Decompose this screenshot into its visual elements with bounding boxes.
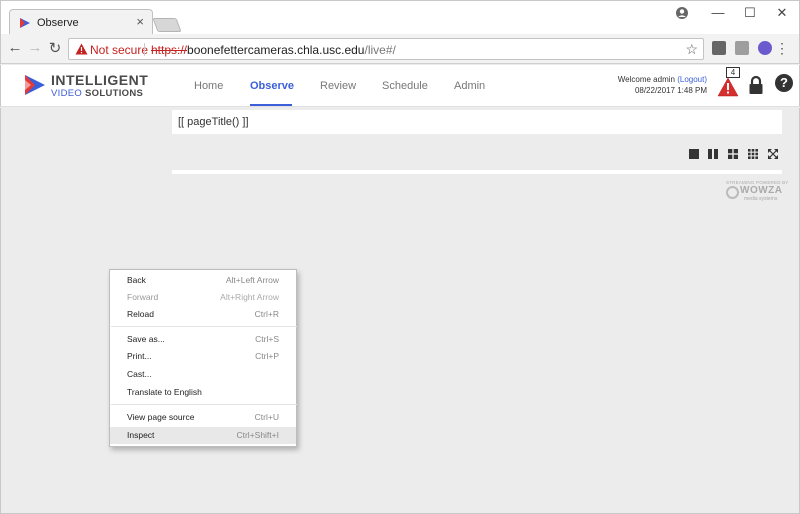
- alert-count-badge: 4: [726, 67, 740, 78]
- nav-observe[interactable]: Observe: [250, 80, 294, 92]
- ivs-logo-icon: [25, 75, 45, 95]
- omnibox-divider: [144, 43, 145, 56]
- context-menu-label: Forward: [127, 292, 159, 302]
- context-menu-label: Translate to English: [127, 387, 202, 397]
- context-menu-view-source[interactable]: View page source Ctrl+U: [110, 409, 296, 426]
- wowza-sub: media systems: [744, 196, 778, 202]
- context-menu-label: Inspect: [127, 430, 155, 440]
- wowza-branding: STREAMING POWERED BY WOWZA media systems: [724, 180, 788, 206]
- context-menu: Back Alt+Left Arrow Forward Alt+Right Ar…: [109, 269, 297, 447]
- current-datetime: 08/22/2017 1:48 PM: [634, 86, 707, 95]
- wowza-brand: WOWZA: [740, 185, 783, 196]
- context-menu-translate[interactable]: Translate to English: [110, 384, 296, 401]
- context-menu-shortcut: Alt+Left Arrow: [225, 275, 279, 285]
- extension-pocket-icon[interactable]: [712, 41, 726, 55]
- nav-active-indicator: [250, 104, 292, 106]
- tab-close-icon[interactable]: ×: [136, 14, 144, 29]
- context-menu-forward[interactable]: Forward Alt+Right Arrow: [110, 289, 296, 306]
- maximize-icon[interactable]: ☐: [740, 5, 760, 21]
- context-menu-label: View page source: [127, 412, 195, 422]
- ivs-logo[interactable]: INTELLIGENT VIDEO SOLUTIONS: [23, 71, 148, 101]
- context-menu-shortcut: Ctrl+Shift+I: [236, 430, 279, 440]
- close-window-icon[interactable]: ✕: [772, 5, 792, 21]
- logo-text-line2: VIDEO SOLUTIONS: [51, 88, 143, 99]
- context-menu-inspect[interactable]: Inspect Ctrl+Shift+I: [110, 427, 296, 444]
- reload-icon[interactable]: ↻: [46, 39, 64, 57]
- context-menu-reload[interactable]: Reload Ctrl+R: [110, 306, 296, 323]
- ivs-favicon-icon: [20, 18, 30, 28]
- context-menu-label: Print...: [127, 351, 152, 361]
- url-scheme: https://: [151, 43, 188, 57]
- address-bar[interactable]: Not secure https://boonefettercameras.ch…: [68, 38, 704, 60]
- welcome-text: Welcome admin: [617, 75, 675, 84]
- context-menu-shortcut: Alt+Right Arrow: [220, 292, 279, 302]
- context-menu-save-as[interactable]: Save as... Ctrl+S: [110, 331, 296, 348]
- nav-schedule[interactable]: Schedule: [382, 80, 428, 92]
- logo-text-line1: INTELLIGENT: [51, 72, 149, 88]
- welcome-block: Welcome admin (Logout) 08/22/2017 1:48 P…: [618, 74, 707, 96]
- nav-review[interactable]: Review: [320, 80, 356, 92]
- browser-menu-icon[interactable]: ⋮: [775, 40, 789, 57]
- layout-single-icon[interactable]: [689, 149, 699, 159]
- help-icon[interactable]: ?: [775, 74, 793, 92]
- nav-home[interactable]: Home: [194, 80, 223, 92]
- context-menu-back[interactable]: Back Alt+Left Arrow: [110, 272, 296, 289]
- nav-admin[interactable]: Admin: [454, 80, 485, 92]
- logo-text-solutions: SOLUTIONS: [85, 88, 144, 99]
- context-menu-shortcut: Ctrl+R: [254, 309, 279, 319]
- browser-tab-observe[interactable]: Observe ×: [9, 9, 153, 36]
- context-menu-shortcut: Ctrl+U: [254, 412, 279, 422]
- back-arrow-icon[interactable]: ←: [6, 39, 24, 56]
- context-menu-separator: [111, 326, 297, 327]
- layout-quad-icon[interactable]: [728, 149, 738, 159]
- layout-two-column-icon[interactable]: [708, 149, 718, 159]
- browser-toolbar: ← → ↻ Not secure https://boonefettercame…: [0, 34, 800, 64]
- url-text[interactable]: https://boonefettercameras.chla.usc.edu/…: [151, 43, 396, 57]
- layout-nine-grid-icon[interactable]: [748, 149, 758, 159]
- page-title: [[ pageTitle() ]]: [178, 116, 249, 128]
- context-menu-cast[interactable]: Cast...: [110, 366, 296, 383]
- wowza-logo-icon: [726, 186, 739, 199]
- browser-titlebar: Observe × — ☐ ✕: [0, 0, 800, 36]
- context-menu-label: Reload: [127, 309, 154, 319]
- logout-link[interactable]: (Logout): [677, 75, 707, 84]
- fullscreen-icon[interactable]: [768, 149, 778, 159]
- bookmark-star-icon[interactable]: ☆: [685, 41, 698, 58]
- url-host: boonefettercameras.chla.usc.edu: [187, 43, 365, 57]
- profile-icon[interactable]: [675, 6, 689, 20]
- logo-text-video: VIDEO: [51, 88, 83, 99]
- app-header: INTELLIGENT VIDEO SOLUTIONS Home Observe…: [0, 65, 800, 107]
- video-area-strip: [172, 170, 782, 174]
- context-menu-label: Back: [127, 275, 146, 285]
- context-menu-label: Save as...: [127, 334, 165, 344]
- new-tab-button[interactable]: [152, 18, 182, 32]
- extension-hex-icon[interactable]: [758, 41, 772, 55]
- forward-arrow-icon[interactable]: →: [26, 39, 44, 56]
- alert-triangle-icon: [717, 77, 739, 97]
- context-menu-print[interactable]: Print... Ctrl+P: [110, 348, 296, 365]
- context-menu-shortcut: Ctrl+S: [255, 334, 279, 344]
- warning-triangle-icon: [75, 43, 88, 55]
- page-title-panel: [[ pageTitle() ]]: [172, 110, 782, 134]
- extension-g-icon[interactable]: [735, 41, 749, 55]
- context-menu-separator: [111, 404, 297, 405]
- tab-title: Observe: [37, 17, 79, 29]
- context-menu-label: Cast...: [127, 369, 152, 379]
- minimize-icon[interactable]: —: [708, 5, 728, 20]
- context-menu-shortcut: Ctrl+P: [255, 351, 279, 361]
- lock-icon[interactable]: [748, 75, 764, 95]
- not-secure-label[interactable]: Not secure: [90, 43, 148, 57]
- url-path: /live#/: [364, 43, 396, 57]
- alerts-button[interactable]: 4: [717, 67, 740, 99]
